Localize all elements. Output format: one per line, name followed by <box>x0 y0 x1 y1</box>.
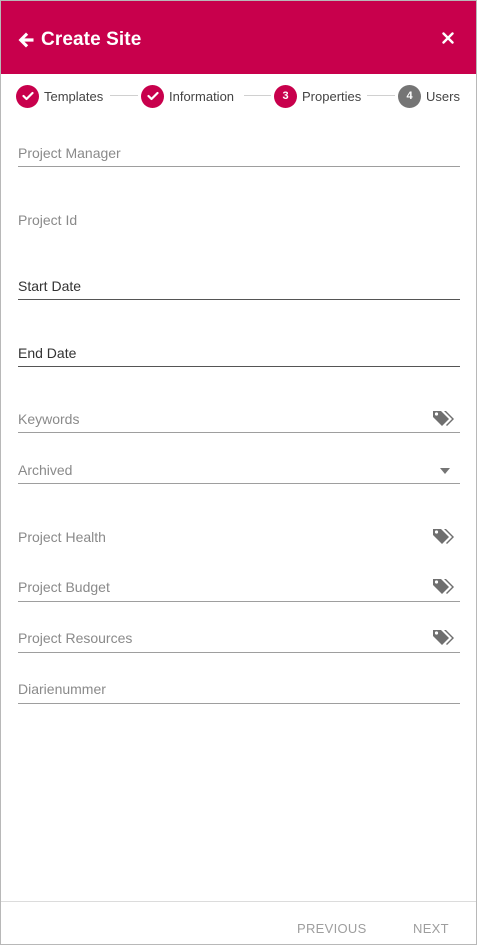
field-underline <box>18 166 460 167</box>
field-underline <box>18 601 460 602</box>
field-label: Keywords <box>18 411 80 427</box>
field-underline <box>18 432 460 433</box>
back-button[interactable] <box>15 29 37 51</box>
step-connector <box>367 95 395 96</box>
field-label: Archived <box>18 462 73 478</box>
tag-icon[interactable] <box>432 527 456 545</box>
step-complete-icon <box>141 84 164 108</box>
previous-button[interactable]: PREVIOUS <box>297 921 367 936</box>
field-label: Diarienummer <box>18 681 106 697</box>
end-date-field[interactable]: End Date <box>18 341 460 369</box>
project-resources-field[interactable]: Project Resources <box>18 625 460 653</box>
panel-header: Create Site <box>1 1 476 74</box>
project-budget-field[interactable]: Project Budget <box>18 574 460 602</box>
project-health-field[interactable]: Project Health <box>18 524 460 552</box>
tag-icon[interactable] <box>432 409 456 427</box>
project-manager-field[interactable]: Project Manager <box>18 141 460 169</box>
wizard-footer: PREVIOUS NEXT <box>1 901 476 944</box>
step-label: Properties <box>302 88 362 104</box>
field-underline <box>18 652 460 653</box>
start-date-field[interactable]: Start Date <box>18 274 460 302</box>
field-label: Project Manager <box>18 145 121 161</box>
step-label: Information <box>169 88 235 104</box>
step-properties[interactable]: 3 Properties <box>274 84 361 108</box>
field-underline <box>18 703 460 704</box>
step-label: Templates <box>44 88 104 104</box>
field-label: Start Date <box>18 278 82 294</box>
field-label: Project Id <box>18 212 78 228</box>
field-label: End Date <box>18 345 77 361</box>
keywords-field[interactable]: Keywords <box>18 406 460 434</box>
close-button[interactable] <box>437 27 459 49</box>
step-number-badge: 3 <box>274 84 297 108</box>
step-information[interactable]: Information <box>141 84 234 108</box>
wizard-stepper: Templates Information 3 Properties 4 Use… <box>1 74 476 118</box>
field-underline <box>18 366 460 367</box>
archived-select[interactable]: Archived <box>18 458 460 486</box>
field-label: Project Resources <box>18 630 133 646</box>
tag-icon[interactable] <box>432 628 456 646</box>
close-icon <box>442 32 454 44</box>
step-label: Users <box>426 88 460 104</box>
field-label: Project Health <box>18 529 106 545</box>
step-number-badge: 4 <box>398 84 421 108</box>
diarienummer-field[interactable]: Diarienummer <box>18 677 460 705</box>
page-title: Create Site <box>41 29 142 50</box>
step-templates[interactable]: Templates <box>16 84 103 108</box>
caret-down-icon[interactable] <box>440 468 450 474</box>
field-underline <box>18 483 460 484</box>
tag-icon[interactable] <box>432 577 456 595</box>
step-connector <box>110 95 138 96</box>
field-label: Project Budget <box>18 579 110 595</box>
step-connector <box>244 95 271 96</box>
next-button[interactable]: NEXT <box>413 921 449 936</box>
project-id-field: Project Id <box>18 208 460 236</box>
step-complete-icon <box>16 84 39 108</box>
arrow-left-icon <box>18 32 34 48</box>
create-site-panel: Create Site Templates Information 3 Prop… <box>0 0 477 945</box>
step-users[interactable]: 4 Users <box>398 84 460 108</box>
field-underline <box>18 299 460 300</box>
